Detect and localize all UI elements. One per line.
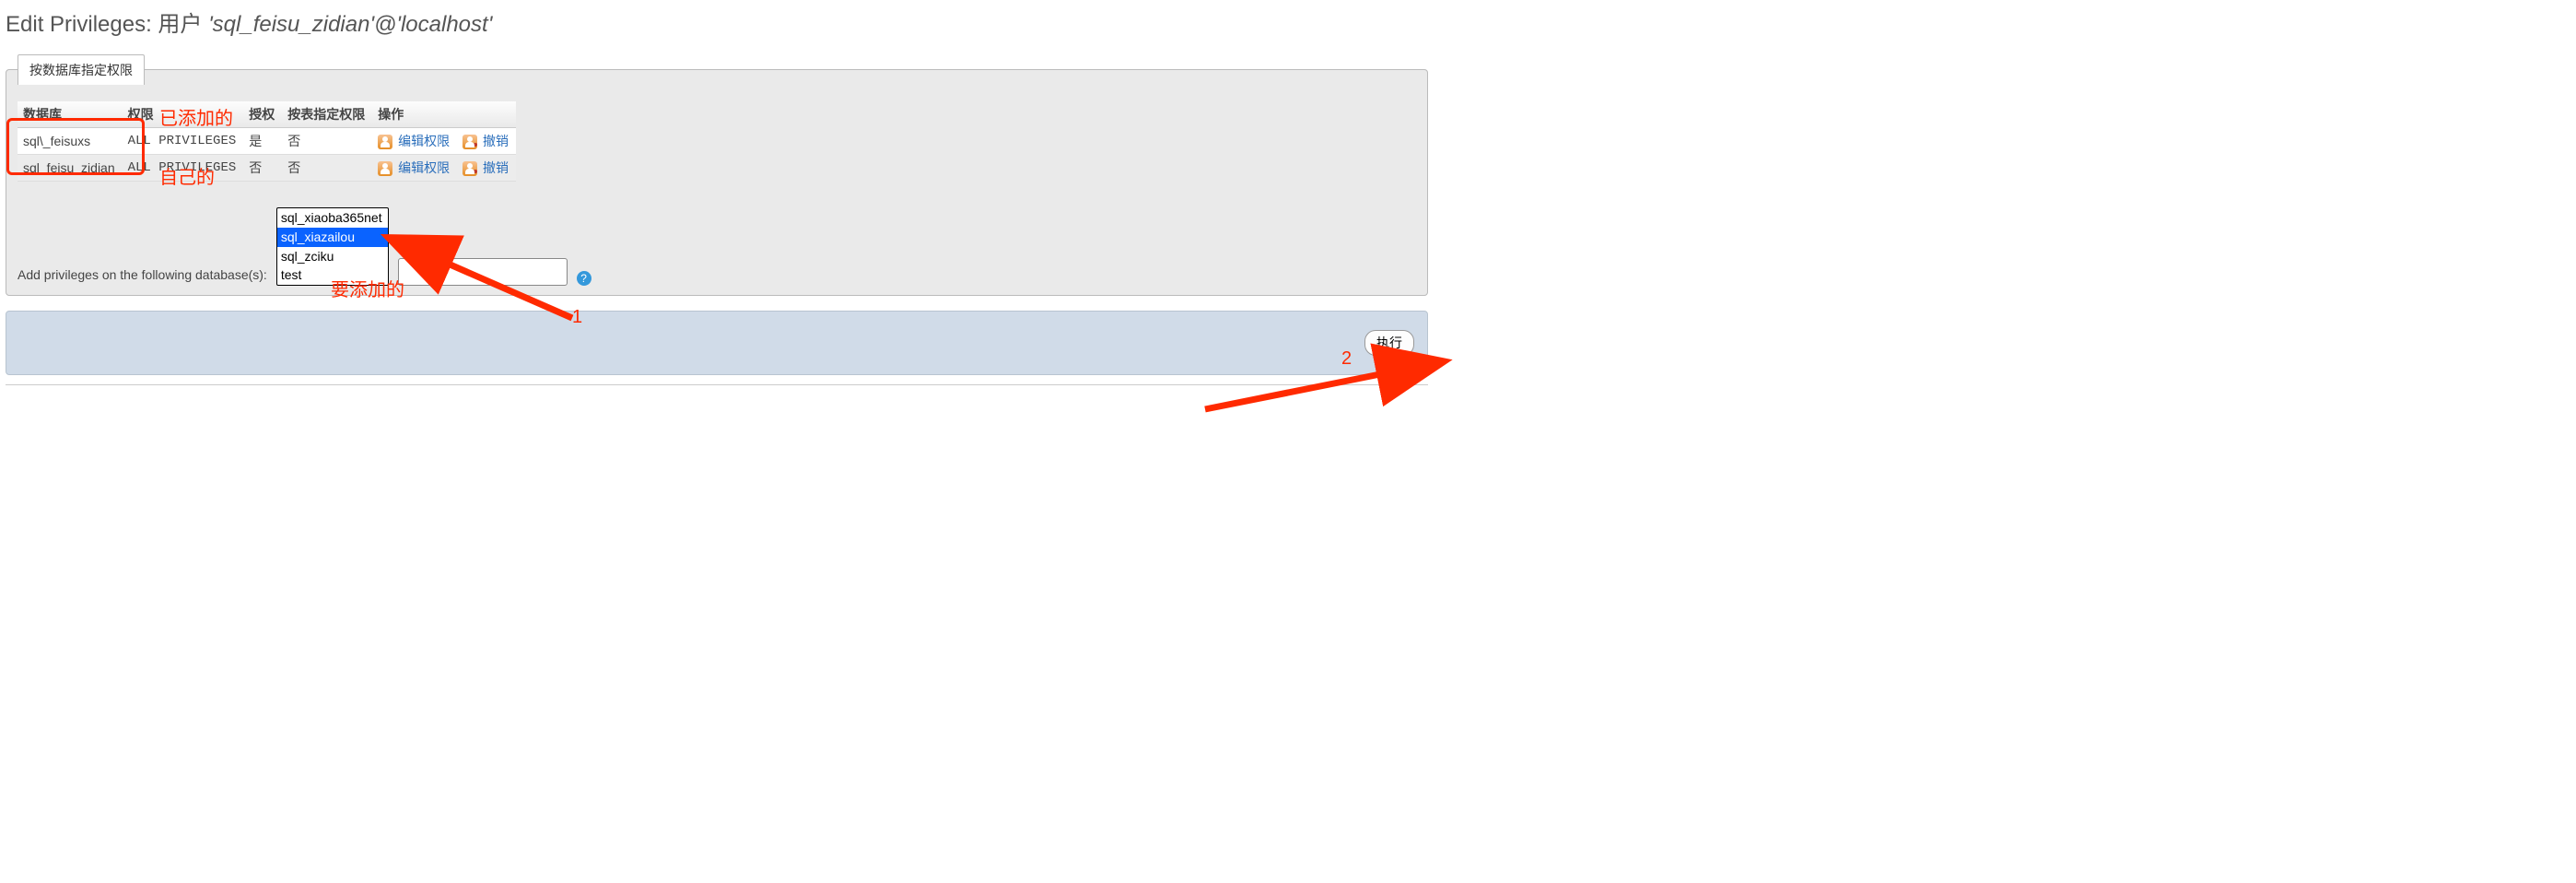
edit-privileges-link[interactable]: 编辑权限 (398, 160, 450, 175)
col-grant: 授权 (243, 101, 282, 128)
cell-priv: ALL PRIVILEGES (123, 155, 244, 182)
database-select[interactable]: sql_xiaoba365net sql_xiazailou sql_zciku… (276, 207, 389, 286)
db-option[interactable]: sql_zciku (277, 247, 388, 266)
panel-legend: 按数据库指定权限 (18, 54, 145, 85)
add-privileges-label: Add privileges on the following database… (18, 267, 267, 282)
page-title-user: 'sql_feisu_zidian'@'localhost' (208, 12, 492, 37)
cell-action-edit: 编辑权限 (372, 155, 457, 182)
cell-priv: ALL PRIVILEGES (123, 128, 244, 155)
cell-db: sql_feisu_zidian (18, 155, 123, 182)
cell-grant: 否 (243, 155, 282, 182)
col-database: 数据库 (18, 101, 123, 128)
footer-bar: 执行 (6, 311, 1428, 375)
cell-action-revoke: 撤销 (457, 128, 516, 155)
user-revoke-icon (463, 135, 477, 149)
db-option[interactable]: test (277, 265, 388, 285)
cell-tspec: 否 (282, 155, 372, 182)
user-edit-icon (378, 135, 392, 149)
revoke-link[interactable]: 撤销 (483, 160, 509, 175)
db-privileges-panel: 按数据库指定权限 数据库 权限 授权 按表指定权限 操作 sql\_feisux… (6, 54, 1428, 296)
table-row: sql\_feisuxs ALL PRIVILEGES 是 否 编辑权限 撤销 (18, 128, 516, 155)
cell-tspec: 否 (282, 128, 372, 155)
add-privileges-row: Add privileges on the following database… (18, 207, 1416, 286)
database-pattern-input[interactable] (398, 258, 568, 286)
user-revoke-icon (463, 161, 477, 176)
go-button[interactable]: 执行 (1364, 330, 1414, 356)
cell-action-revoke: 撤销 (457, 155, 516, 182)
col-tablespec: 按表指定权限 (282, 101, 372, 128)
help-icon[interactable]: ? (577, 271, 591, 286)
cell-grant: 是 (243, 128, 282, 155)
db-option[interactable]: sql_xiaoba365net (277, 208, 388, 228)
user-edit-icon (378, 161, 392, 176)
cell-db: sql\_feisuxs (18, 128, 123, 155)
privileges-table: 数据库 权限 授权 按表指定权限 操作 sql\_feisuxs ALL PRI… (18, 101, 516, 182)
separator (6, 384, 1428, 385)
db-option[interactable]: sql_xiazailou (277, 228, 388, 247)
table-row: sql_feisu_zidian ALL PRIVILEGES 否 否 编辑权限… (18, 155, 516, 182)
revoke-link[interactable]: 撤销 (483, 134, 509, 148)
edit-privileges-link[interactable]: 编辑权限 (398, 134, 450, 148)
cell-action-edit: 编辑权限 (372, 128, 457, 155)
col-privilege: 权限 (123, 101, 244, 128)
page-title: Edit Privileges: 用户 'sql_feisu_zidian'@'… (6, 6, 1434, 38)
col-action: 操作 (372, 101, 516, 128)
page-title-prefix: Edit Privileges: 用户 (6, 12, 208, 37)
